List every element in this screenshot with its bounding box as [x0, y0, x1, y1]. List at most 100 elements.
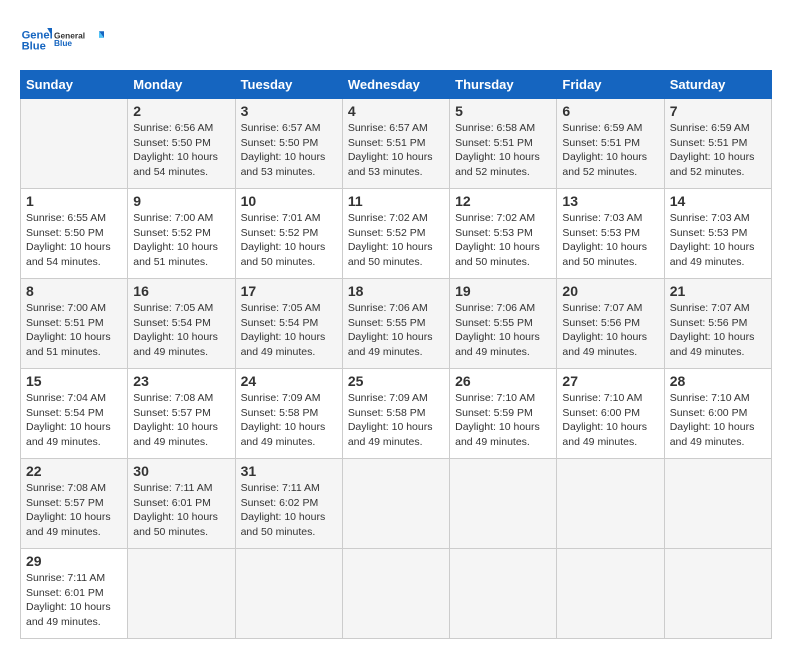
calendar-cell	[450, 459, 557, 549]
day-number: 3	[241, 103, 337, 119]
day-number: 26	[455, 373, 551, 389]
calendar-cell: 28 Sunrise: 7:10 AM Sunset: 6:00 PM Dayli…	[664, 369, 771, 459]
day-number: 28	[670, 373, 766, 389]
day-number: 15	[26, 373, 122, 389]
calendar-cell: 17 Sunrise: 7:05 AM Sunset: 5:54 PM Dayli…	[235, 279, 342, 369]
calendar-cell: 22Sunrise: 7:08 AM Sunset: 5:57 PM Dayli…	[21, 459, 128, 549]
day-info: Sunrise: 7:07 AM Sunset: 5:56 PM Dayligh…	[562, 301, 658, 360]
calendar-table: SundayMondayTuesdayWednesdayThursdayFrid…	[20, 70, 772, 639]
day-info: Sunrise: 7:03 AM Sunset: 5:53 PM Dayligh…	[562, 211, 658, 270]
day-info: Sunrise: 7:11 AM Sunset: 6:01 PM Dayligh…	[133, 481, 229, 540]
calendar-cell: 19 Sunrise: 7:06 AM Sunset: 5:55 PM Dayli…	[450, 279, 557, 369]
calendar-week-row: 1 Sunrise: 6:55 AM Sunset: 5:50 PM Daylig…	[21, 189, 772, 279]
day-info: Sunrise: 6:55 AM Sunset: 5:50 PM Dayligh…	[26, 211, 122, 270]
day-number: 21	[670, 283, 766, 299]
day-number: 18	[348, 283, 444, 299]
calendar-cell	[557, 459, 664, 549]
calendar-cell: 31Sunrise: 7:11 AM Sunset: 6:02 PM Dayli…	[235, 459, 342, 549]
calendar-cell	[235, 549, 342, 639]
calendar-cell: 26 Sunrise: 7:10 AM Sunset: 5:59 PM Dayli…	[450, 369, 557, 459]
day-info: Sunrise: 7:04 AM Sunset: 5:54 PM Dayligh…	[26, 391, 122, 450]
day-info: Sunrise: 6:59 AM Sunset: 5:51 PM Dayligh…	[670, 121, 766, 180]
calendar-cell: 10Sunrise: 7:01 AM Sunset: 5:52 PM Dayli…	[235, 189, 342, 279]
calendar-cell: 27Sunrise: 7:10 AM Sunset: 6:00 PM Dayli…	[557, 369, 664, 459]
calendar-cell: 15 Sunrise: 7:04 AM Sunset: 5:54 PM Dayli…	[21, 369, 128, 459]
calendar-week-row: 29Sunrise: 7:11 AM Sunset: 6:01 PM Dayli…	[21, 549, 772, 639]
day-number: 23	[133, 373, 229, 389]
day-info: Sunrise: 7:10 AM Sunset: 6:00 PM Dayligh…	[670, 391, 766, 450]
day-number: 4	[348, 103, 444, 119]
calendar-cell: 13Sunrise: 7:03 AM Sunset: 5:53 PM Dayli…	[557, 189, 664, 279]
day-info: Sunrise: 7:10 AM Sunset: 5:59 PM Dayligh…	[455, 391, 551, 450]
day-info: Sunrise: 7:05 AM Sunset: 5:54 PM Dayligh…	[241, 301, 337, 360]
day-number: 25	[348, 373, 444, 389]
calendar-week-row: 2Sunrise: 6:56 AM Sunset: 5:50 PM Daylig…	[21, 99, 772, 189]
calendar-cell: 9Sunrise: 7:00 AM Sunset: 5:52 PM Daylig…	[128, 189, 235, 279]
day-info: Sunrise: 7:08 AM Sunset: 5:57 PM Dayligh…	[133, 391, 229, 450]
calendar-cell: 12Sunrise: 7:02 AM Sunset: 5:53 PM Dayli…	[450, 189, 557, 279]
calendar-cell	[21, 99, 128, 189]
calendar-cell	[664, 459, 771, 549]
calendar-cell: 8 Sunrise: 7:00 AM Sunset: 5:51 PM Daylig…	[21, 279, 128, 369]
day-info: Sunrise: 7:10 AM Sunset: 6:00 PM Dayligh…	[562, 391, 658, 450]
calendar-cell: 5 Sunrise: 6:58 AM Sunset: 5:51 PM Daylig…	[450, 99, 557, 189]
day-header-saturday: Saturday	[664, 71, 771, 99]
calendar-cell: 20 Sunrise: 7:07 AM Sunset: 5:56 PM Dayli…	[557, 279, 664, 369]
day-header-wednesday: Wednesday	[342, 71, 449, 99]
calendar-cell: 7Sunrise: 6:59 AM Sunset: 5:51 PM Daylig…	[664, 99, 771, 189]
svg-text:Blue: Blue	[54, 38, 72, 48]
calendar-week-row: 22Sunrise: 7:08 AM Sunset: 5:57 PM Dayli…	[21, 459, 772, 549]
calendar-cell: 14Sunrise: 7:03 AM Sunset: 5:53 PM Dayli…	[664, 189, 771, 279]
day-number: 20	[562, 283, 658, 299]
day-info: Sunrise: 7:09 AM Sunset: 5:58 PM Dayligh…	[348, 391, 444, 450]
day-number: 16	[133, 283, 229, 299]
day-info: Sunrise: 6:57 AM Sunset: 5:51 PM Dayligh…	[348, 121, 444, 180]
calendar-cell	[450, 549, 557, 639]
day-header-monday: Monday	[128, 71, 235, 99]
calendar-header-row: SundayMondayTuesdayWednesdayThursdayFrid…	[21, 71, 772, 99]
calendar-cell: 23 Sunrise: 7:08 AM Sunset: 5:57 PM Dayli…	[128, 369, 235, 459]
day-info: Sunrise: 6:56 AM Sunset: 5:50 PM Dayligh…	[133, 121, 229, 180]
day-info: Sunrise: 7:02 AM Sunset: 5:52 PM Dayligh…	[348, 211, 444, 270]
day-info: Sunrise: 7:02 AM Sunset: 5:53 PM Dayligh…	[455, 211, 551, 270]
calendar-cell	[342, 459, 449, 549]
day-info: Sunrise: 7:07 AM Sunset: 5:56 PM Dayligh…	[670, 301, 766, 360]
calendar-cell: 1 Sunrise: 6:55 AM Sunset: 5:50 PM Daylig…	[21, 189, 128, 279]
day-info: Sunrise: 6:57 AM Sunset: 5:50 PM Dayligh…	[241, 121, 337, 180]
calendar-cell: 29Sunrise: 7:11 AM Sunset: 6:01 PM Dayli…	[21, 549, 128, 639]
day-header-friday: Friday	[557, 71, 664, 99]
calendar-cell: 6Sunrise: 6:59 AM Sunset: 5:51 PM Daylig…	[557, 99, 664, 189]
logo-graphic: General Blue	[54, 20, 104, 60]
day-info: Sunrise: 7:09 AM Sunset: 5:58 PM Dayligh…	[241, 391, 337, 450]
day-info: Sunrise: 7:06 AM Sunset: 5:55 PM Dayligh…	[455, 301, 551, 360]
day-number: 19	[455, 283, 551, 299]
calendar-cell: 30Sunrise: 7:11 AM Sunset: 6:01 PM Dayli…	[128, 459, 235, 549]
calendar-cell: 25 Sunrise: 7:09 AM Sunset: 5:58 PM Dayli…	[342, 369, 449, 459]
calendar-cell: 21 Sunrise: 7:07 AM Sunset: 5:56 PM Dayli…	[664, 279, 771, 369]
day-info: Sunrise: 7:03 AM Sunset: 5:53 PM Dayligh…	[670, 211, 766, 270]
svg-text:Blue: Blue	[22, 41, 46, 53]
calendar-cell	[557, 549, 664, 639]
day-number: 9	[133, 193, 229, 209]
day-number: 31	[241, 463, 337, 479]
day-info: Sunrise: 7:00 AM Sunset: 5:51 PM Dayligh…	[26, 301, 122, 360]
day-number: 5	[455, 103, 551, 119]
calendar-cell	[664, 549, 771, 639]
page-header: General Blue General Blue	[20, 20, 772, 60]
day-number: 11	[348, 193, 444, 209]
calendar-week-row: 15 Sunrise: 7:04 AM Sunset: 5:54 PM Dayli…	[21, 369, 772, 459]
day-info: Sunrise: 7:01 AM Sunset: 5:52 PM Dayligh…	[241, 211, 337, 270]
day-number: 1	[26, 193, 122, 209]
day-info: Sunrise: 6:58 AM Sunset: 5:51 PM Dayligh…	[455, 121, 551, 180]
calendar-cell: 3 Sunrise: 6:57 AM Sunset: 5:50 PM Daylig…	[235, 99, 342, 189]
day-number: 8	[26, 283, 122, 299]
calendar-cell: 11 Sunrise: 7:02 AM Sunset: 5:52 PM Dayli…	[342, 189, 449, 279]
day-number: 17	[241, 283, 337, 299]
calendar-cell: 2Sunrise: 6:56 AM Sunset: 5:50 PM Daylig…	[128, 99, 235, 189]
calendar-cell: 24Sunrise: 7:09 AM Sunset: 5:58 PM Dayli…	[235, 369, 342, 459]
day-number: 6	[562, 103, 658, 119]
svg-text:General: General	[22, 29, 52, 41]
logo-icon: General Blue	[20, 24, 52, 56]
calendar-cell	[128, 549, 235, 639]
calendar-cell: 18Sunrise: 7:06 AM Sunset: 5:55 PM Dayli…	[342, 279, 449, 369]
